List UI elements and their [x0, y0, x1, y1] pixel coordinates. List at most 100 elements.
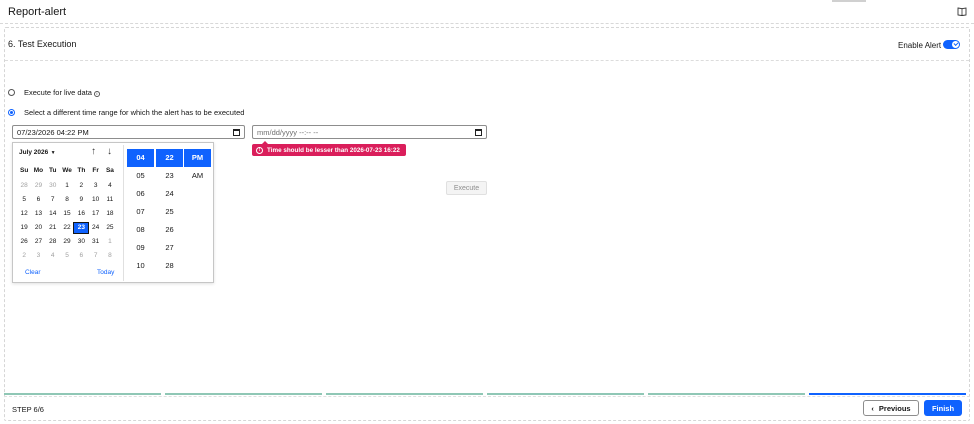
- live-data-label: Execute for live data: [24, 88, 92, 97]
- calendar-icon[interactable]: [233, 129, 240, 136]
- calendar-day[interactable]: 7: [46, 195, 60, 205]
- today-button[interactable]: Today: [97, 269, 114, 276]
- calendar-day[interactable]: 19: [17, 223, 31, 233]
- calendar-week: 26 27 28 29 30 31 1: [17, 237, 117, 247]
- calendar-day[interactable]: 15: [60, 209, 74, 219]
- top-tab-indicator: [832, 0, 866, 2]
- minute-option[interactable]: 27: [156, 239, 183, 257]
- calendar-day[interactable]: 27: [31, 237, 45, 247]
- calendar-icon[interactable]: [475, 129, 482, 136]
- month-selector[interactable]: July 2026 ▼: [19, 149, 56, 156]
- calendar-day[interactable]: 21: [46, 223, 60, 233]
- calendar-week: 12 13 14 15 16 17 18: [17, 209, 117, 219]
- ampm-option[interactable]: AM: [184, 167, 211, 185]
- divider: [123, 145, 124, 281]
- hour-option[interactable]: 10: [127, 257, 154, 275]
- calendar-day[interactable]: 3: [31, 251, 45, 261]
- calendar-day[interactable]: 5: [17, 195, 31, 205]
- finish-button[interactable]: Finish: [924, 400, 962, 416]
- calendar-day[interactable]: 6: [74, 251, 88, 261]
- calendar-day[interactable]: 1: [60, 181, 74, 191]
- calendar-day[interactable]: 17: [88, 209, 102, 219]
- clear-button[interactable]: Clear: [25, 269, 41, 276]
- weekday-label: Su: [19, 167, 29, 174]
- hour-option[interactable]: 09: [127, 239, 154, 257]
- live-data-radio[interactable]: [8, 89, 15, 96]
- calendar-day[interactable]: 6: [31, 195, 45, 205]
- minute-column: 22 23 24 25 26 27 28: [156, 149, 183, 275]
- calendar-day[interactable]: 22: [60, 223, 74, 233]
- start-datetime-value: 07/23/2026 04:22 PM: [17, 128, 89, 137]
- calendar-day[interactable]: 16: [74, 209, 88, 219]
- calendar-day[interactable]: 4: [46, 251, 60, 261]
- hour-option[interactable]: 07: [127, 203, 154, 221]
- hour-option[interactable]: 05: [127, 167, 154, 185]
- time-range-option[interactable]: Select a different time range for which …: [8, 108, 244, 117]
- weekday-header: Su Mo Tu We Th Fr Sa: [17, 167, 117, 174]
- calendar-day-selected[interactable]: 23: [73, 222, 90, 234]
- calendar-day[interactable]: 14: [46, 209, 60, 219]
- arrow-down-icon[interactable]: ↓: [107, 146, 112, 157]
- calendar-day[interactable]: 28: [46, 237, 60, 247]
- calendar-day[interactable]: 2: [17, 251, 31, 261]
- live-data-option[interactable]: Execute for live data i: [8, 88, 100, 97]
- calendar-week: 28 29 30 1 2 3 4: [17, 181, 117, 191]
- weekday-label: Fr: [92, 167, 99, 174]
- minute-option[interactable]: 23: [156, 167, 183, 185]
- book-icon[interactable]: [957, 7, 967, 16]
- execute-button[interactable]: Execute: [446, 181, 487, 195]
- step-indicator: [165, 393, 322, 395]
- calendar-day[interactable]: 12: [17, 209, 31, 219]
- minute-option[interactable]: 26: [156, 221, 183, 239]
- calendar-day[interactable]: 29: [60, 237, 74, 247]
- calendar-day[interactable]: 8: [103, 251, 117, 261]
- end-datetime-placeholder: mm/dd/yyyy --:-- --: [257, 128, 319, 137]
- calendar-day[interactable]: 7: [88, 251, 102, 261]
- calendar-day[interactable]: 4: [103, 181, 117, 191]
- minute-option[interactable]: 24: [156, 185, 183, 203]
- step-progress: [4, 393, 966, 395]
- calendar-day[interactable]: 9: [74, 195, 88, 205]
- hour-option-selected[interactable]: 04: [127, 149, 154, 167]
- error-text: Time should be lesser than 2026-07-23 16…: [267, 146, 400, 154]
- calendar-day[interactable]: 3: [88, 181, 102, 191]
- start-datetime-input[interactable]: 07/23/2026 04:22 PM: [12, 125, 245, 139]
- step-indicator: [487, 393, 644, 395]
- calendar-day[interactable]: 8: [60, 195, 74, 205]
- calendar-day[interactable]: 18: [103, 209, 117, 219]
- hour-option[interactable]: 08: [127, 221, 154, 239]
- hour-column: 04 05 06 07 08 09 10: [127, 149, 154, 275]
- enable-alert-toggle[interactable]: [943, 40, 960, 49]
- calendar-day[interactable]: 20: [31, 223, 45, 233]
- minute-option[interactable]: 28: [156, 257, 183, 275]
- calendar-day[interactable]: 26: [17, 237, 31, 247]
- calendar-day[interactable]: 1: [103, 237, 117, 247]
- step-indicator: [326, 393, 483, 395]
- calendar: July 2026 ▼ ↑ ↓ Su Mo Tu We Th Fr Sa 28 …: [13, 143, 123, 282]
- calendar-day[interactable]: 10: [88, 195, 102, 205]
- calendar-day[interactable]: 5: [60, 251, 74, 261]
- calendar-day[interactable]: 28: [17, 181, 31, 191]
- info-icon[interactable]: i: [93, 90, 100, 97]
- weekday-label: Mo: [33, 167, 44, 174]
- time-range-label: Select a different time range for which …: [24, 108, 245, 117]
- time-range-radio[interactable]: [8, 109, 15, 116]
- calendar-day[interactable]: 11: [103, 195, 117, 205]
- minute-option[interactable]: 25: [156, 203, 183, 221]
- end-datetime-input[interactable]: mm/dd/yyyy --:-- --: [252, 125, 487, 139]
- calendar-day[interactable]: 30: [74, 237, 88, 247]
- calendar-week: 5 6 7 8 9 10 11: [17, 195, 117, 205]
- previous-button[interactable]: ‹ Previous: [863, 400, 919, 416]
- calendar-day[interactable]: 13: [31, 209, 45, 219]
- calendar-day[interactable]: 30: [46, 181, 60, 191]
- calendar-day[interactable]: 31: [88, 237, 102, 247]
- weekday-label: Tu: [49, 167, 57, 174]
- calendar-day[interactable]: 29: [31, 181, 45, 191]
- arrow-up-icon[interactable]: ↑: [91, 146, 96, 157]
- minute-option-selected[interactable]: 22: [156, 149, 183, 167]
- hour-option[interactable]: 06: [127, 185, 154, 203]
- ampm-option-selected[interactable]: PM: [184, 149, 211, 167]
- calendar-day[interactable]: 24: [88, 223, 102, 233]
- calendar-day[interactable]: 2: [74, 181, 88, 191]
- calendar-day[interactable]: 25: [103, 223, 117, 233]
